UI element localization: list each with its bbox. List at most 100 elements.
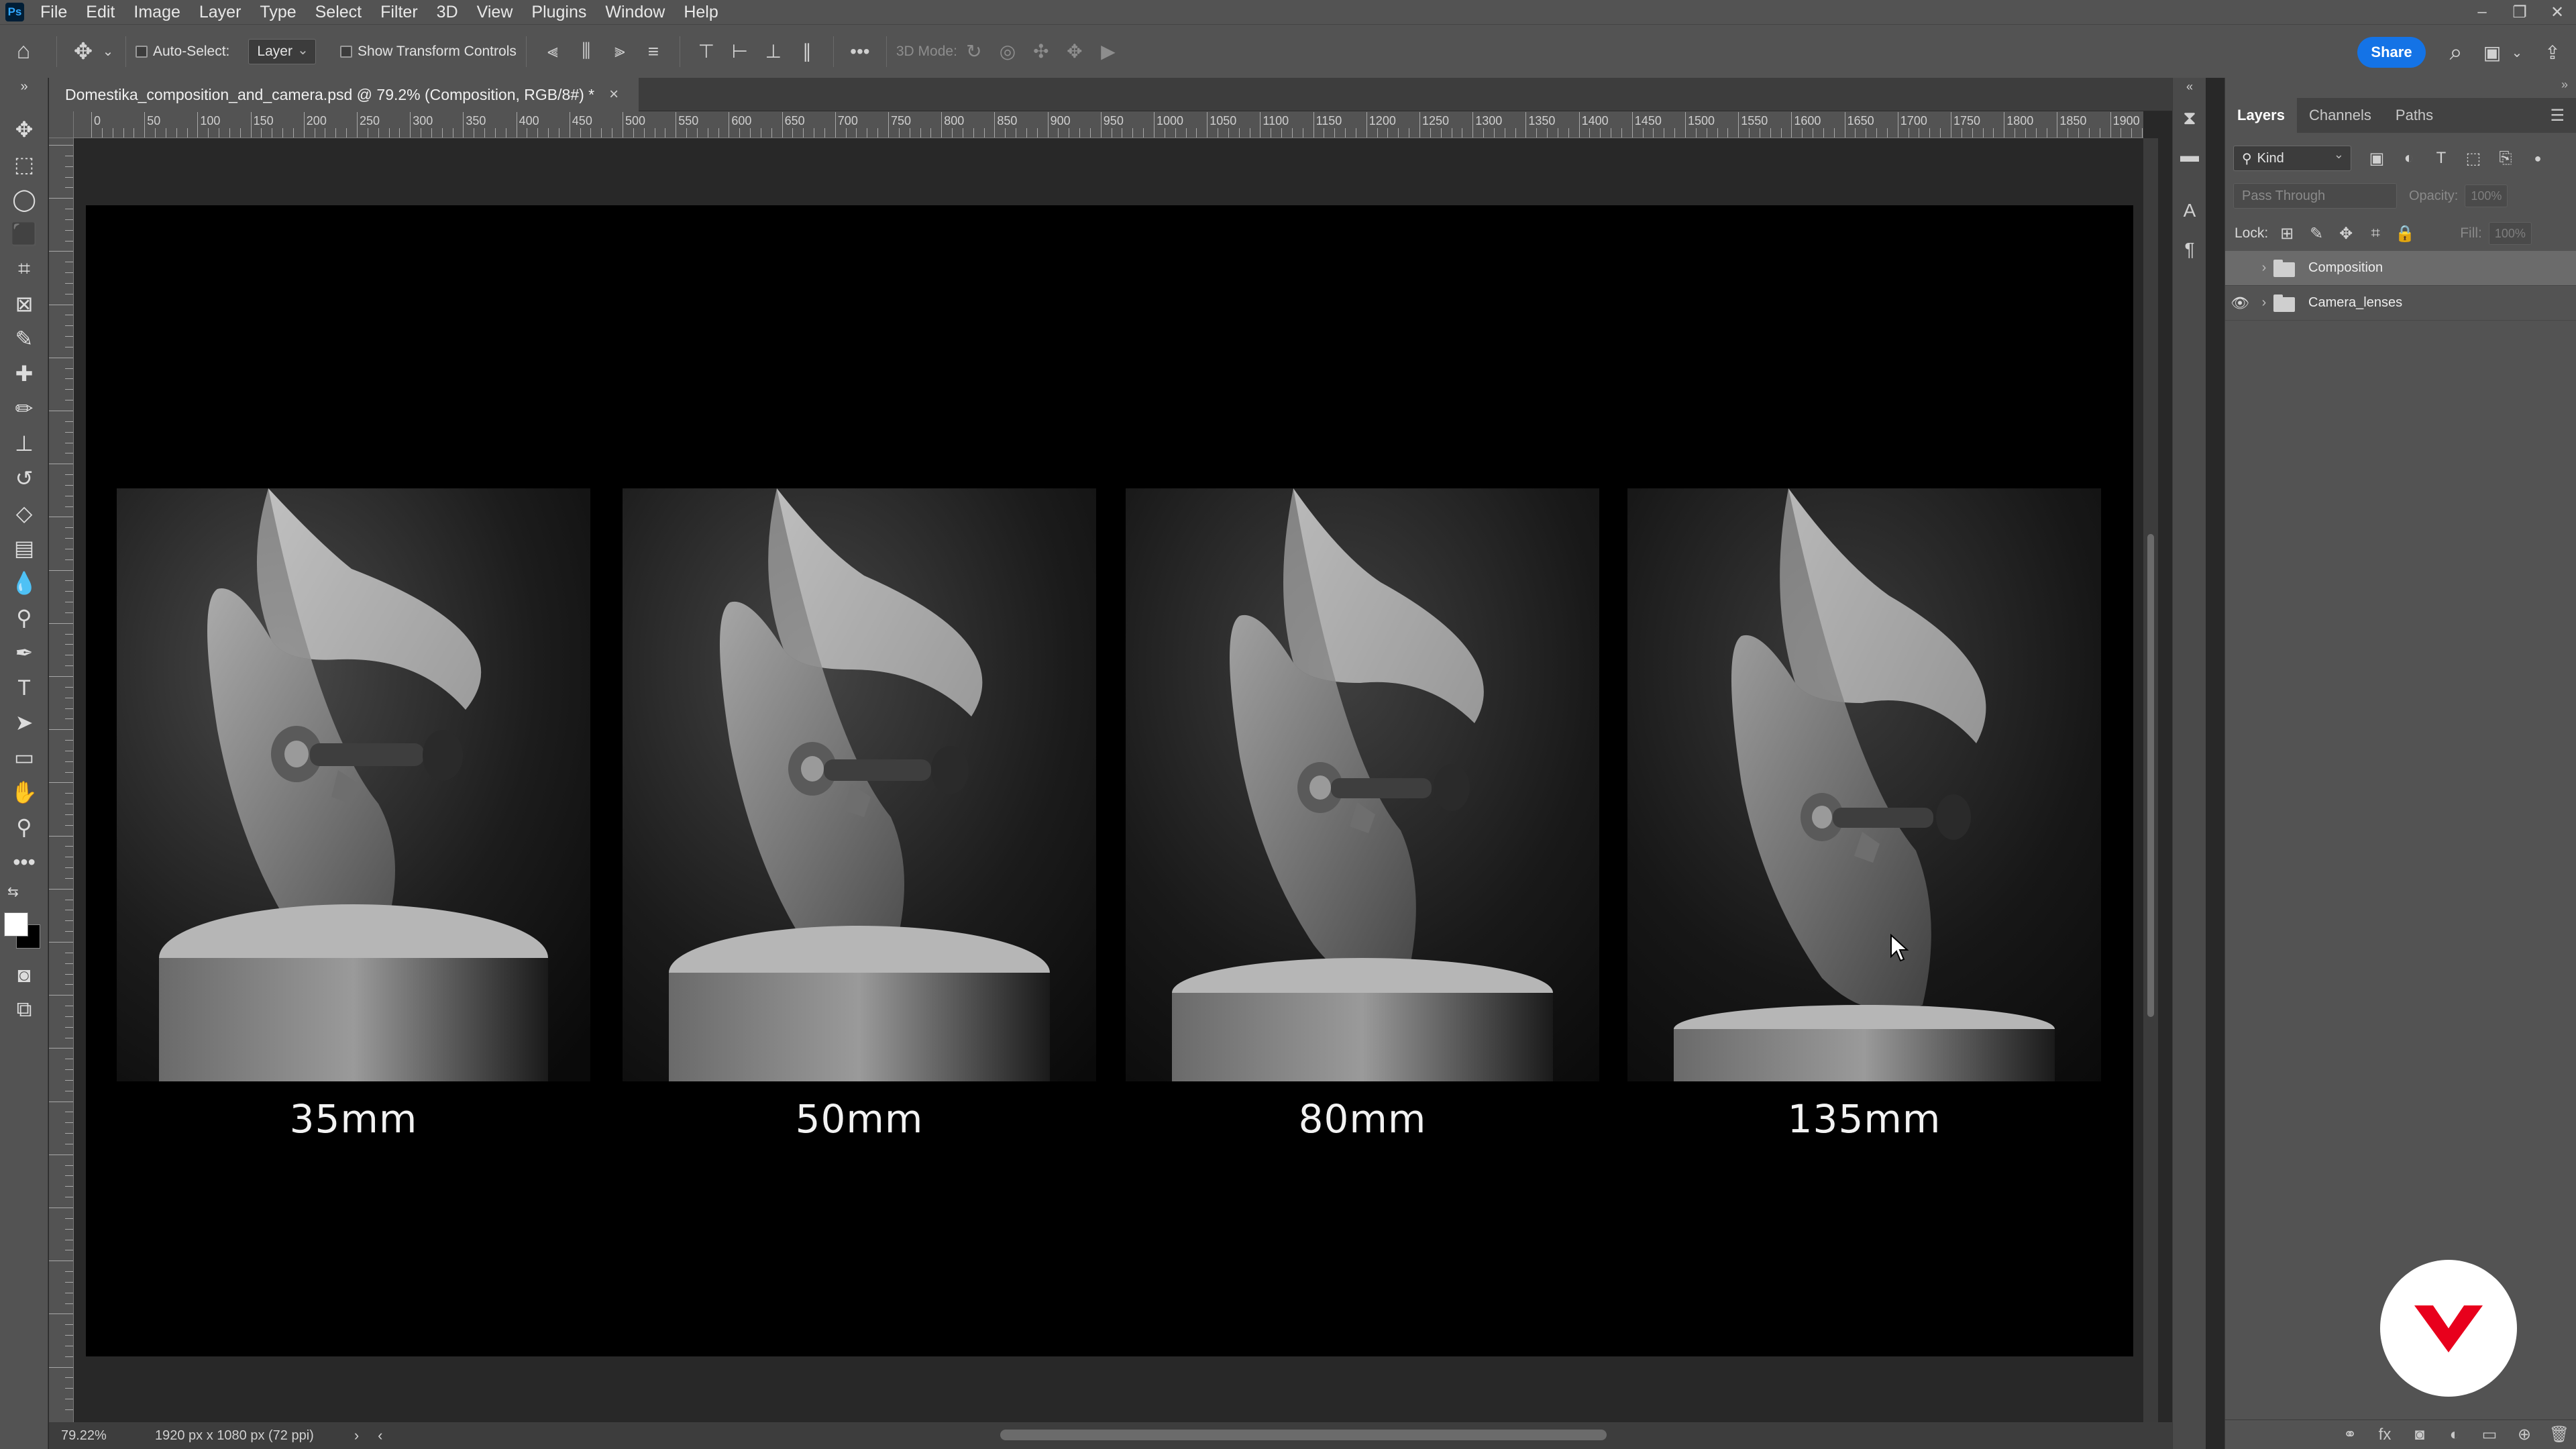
lock-position-icon[interactable]: ✥: [2331, 224, 2361, 244]
clone-stamp-icon[interactable]: ⊥: [7, 428, 41, 459]
distribute-icon[interactable]: ≡: [637, 36, 670, 67]
filter-smart-object-icon[interactable]: ⎘: [2489, 149, 2522, 168]
eraser-tool-icon[interactable]: ◇: [7, 498, 41, 529]
tab-paths[interactable]: Paths: [2383, 98, 2445, 133]
opacity-field[interactable]: 100%: [2465, 184, 2508, 207]
lock-image-icon[interactable]: ✎: [2302, 224, 2331, 244]
zoom-tool-icon[interactable]: ⚲: [7, 812, 41, 843]
workspace-chevron-icon[interactable]: ⌄: [2509, 37, 2525, 68]
vertical-scrollbar[interactable]: [2143, 138, 2158, 1422]
character-panel-icon[interactable]: A: [2178, 197, 2202, 224]
filter-adjustment-icon[interactable]: ◐: [2393, 149, 2425, 168]
type-tool-icon[interactable]: T: [7, 672, 41, 703]
ruler-origin[interactable]: [49, 111, 74, 138]
zoom-level[interactable]: 79.22%: [61, 1428, 135, 1444]
menu-layer[interactable]: Layer: [190, 0, 251, 24]
vertical-ruler[interactable]: [49, 138, 74, 1422]
rectangle-tool-icon[interactable]: ▭: [7, 742, 41, 773]
add-mask-icon[interactable]: ◙: [2402, 1426, 2437, 1444]
distribute-vertical-icon[interactable]: ∥: [790, 36, 824, 67]
search-icon[interactable]: ⌕: [2440, 37, 2471, 68]
visibility-hidden-icon[interactable]: [2225, 260, 2255, 277]
lock-all-icon[interactable]: 🔒: [2390, 224, 2420, 244]
status-expand-icon[interactable]: ›: [354, 1427, 359, 1444]
visibility-eye-icon[interactable]: 👁: [2225, 294, 2255, 312]
more-tools-icon[interactable]: •••: [7, 847, 41, 877]
crop-tool-icon[interactable]: ⌗: [7, 254, 41, 284]
artboard[interactable]: 35mm 50mm 80mm 135mm: [86, 205, 2133, 1356]
restore-icon[interactable]: ❐: [2501, 0, 2538, 24]
move-tool-icon[interactable]: ✥: [66, 38, 100, 65]
blend-mode-select[interactable]: Pass Through: [2233, 183, 2397, 209]
3d-orbit-icon[interactable]: ↻: [957, 36, 991, 67]
expand-group-icon[interactable]: ›: [2255, 295, 2273, 311]
history-brush-icon[interactable]: ↺: [7, 463, 41, 494]
align-left-icon[interactable]: ⫷: [536, 36, 570, 67]
menu-select[interactable]: Select: [306, 0, 371, 24]
document-tab[interactable]: Domestika_composition_and_camera.psd @ 7…: [49, 78, 639, 111]
export-icon[interactable]: ⇪: [2537, 37, 2568, 68]
3d-slide-icon[interactable]: ✥: [1058, 36, 1091, 67]
pen-tool-icon[interactable]: ✒: [7, 637, 41, 668]
new-layer-icon[interactable]: ⊕: [2507, 1425, 2542, 1444]
minimize-icon[interactable]: –: [2463, 0, 2501, 24]
brush-tool-icon[interactable]: ✏: [7, 393, 41, 424]
hand-tool-icon[interactable]: ✋: [7, 777, 41, 808]
blur-tool-icon[interactable]: 💧: [7, 568, 41, 598]
horizontal-scroll-thumb[interactable]: [1000, 1430, 1607, 1440]
align-middle-icon[interactable]: ⊢: [723, 36, 757, 67]
move-tool-icon[interactable]: ✥: [7, 114, 41, 145]
auto-select-checkbox[interactable]: [136, 45, 148, 58]
scroll-left-icon[interactable]: ‹: [378, 1427, 382, 1444]
link-layers-icon[interactable]: ⚭: [2332, 1425, 2367, 1444]
close-document-icon[interactable]: ×: [609, 85, 619, 104]
align-bottom-icon[interactable]: ⊥: [757, 36, 790, 67]
lasso-tool-icon[interactable]: ◯: [7, 184, 41, 215]
menu-type[interactable]: Type: [250, 0, 305, 24]
filter-toggle-icon[interactable]: ●: [2522, 152, 2554, 166]
kind-filter-select[interactable]: ⚲ Kind: [2233, 146, 2351, 171]
object-select-tool-icon[interactable]: ⬛: [7, 219, 41, 250]
foreground-color-swatch[interactable]: [4, 912, 28, 936]
menu-3d[interactable]: 3D: [427, 0, 468, 24]
menu-plugins[interactable]: Plugins: [522, 0, 596, 24]
layer-row-camera-lenses[interactable]: 👁 › Camera_lenses: [2225, 286, 2576, 321]
align-top-icon[interactable]: ⊤: [690, 36, 723, 67]
menu-help[interactable]: Help: [674, 0, 727, 24]
filter-type-icon[interactable]: T: [2425, 149, 2457, 168]
menu-image[interactable]: Image: [124, 0, 189, 24]
history-panel-icon[interactable]: ⧗: [2178, 105, 2202, 131]
eyedropper-tool-icon[interactable]: ✎: [7, 323, 41, 354]
gradient-tool-icon[interactable]: ▤: [7, 533, 41, 564]
filter-shape-icon[interactable]: ⬚: [2457, 149, 2489, 168]
3d-camera-icon[interactable]: ▶: [1091, 36, 1125, 67]
layer-row-composition[interactable]: › Composition: [2225, 251, 2576, 286]
screen-mode-icon[interactable]: ⧉: [7, 994, 41, 1025]
show-transform-checkbox[interactable]: [339, 45, 352, 58]
vertical-scroll-thumb[interactable]: [2147, 534, 2154, 1017]
menu-window[interactable]: Window: [596, 0, 674, 24]
3d-pan-icon[interactable]: ✣: [1024, 36, 1058, 67]
tab-layers[interactable]: Layers: [2225, 98, 2297, 133]
adjustment-layer-icon[interactable]: ◐: [2437, 1426, 2472, 1444]
filter-pixel-icon[interactable]: ▣: [2361, 149, 2393, 168]
delete-layer-icon[interactable]: 🗑: [2542, 1425, 2576, 1444]
menu-filter[interactable]: Filter: [371, 0, 427, 24]
frame-tool-icon[interactable]: ⊠: [7, 288, 41, 319]
fill-field[interactable]: 100%: [2488, 222, 2532, 245]
menu-view[interactable]: View: [468, 0, 523, 24]
menu-file[interactable]: File: [31, 0, 76, 24]
lock-artboard-icon[interactable]: ⌗: [2361, 224, 2390, 243]
menu-edit[interactable]: Edit: [76, 0, 124, 24]
tab-channels[interactable]: Channels: [2297, 98, 2383, 133]
collapse-tools-icon[interactable]: »: [7, 78, 41, 95]
share-button[interactable]: Share: [2357, 37, 2426, 68]
tool-preset-chevron-icon[interactable]: ⌄: [100, 43, 116, 60]
collapse-panel-icon[interactable]: »: [2561, 78, 2568, 92]
collapse-strip-icon[interactable]: «: [2178, 78, 2202, 95]
dodge-tool-icon[interactable]: ⚲: [7, 602, 41, 633]
workspace-icon[interactable]: ▣: [2477, 37, 2508, 68]
close-window-icon[interactable]: ✕: [2538, 0, 2576, 24]
layer-style-icon[interactable]: fx: [2367, 1426, 2402, 1444]
comments-panel-icon[interactable]: ▬: [2178, 142, 2202, 169]
